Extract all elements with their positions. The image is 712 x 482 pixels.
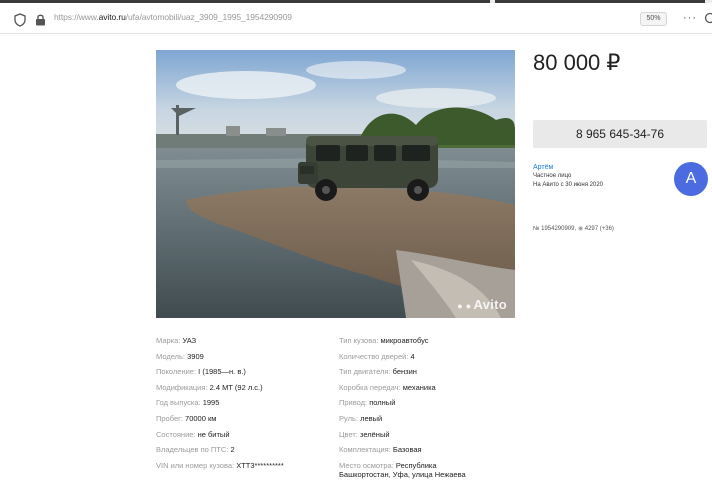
tab-indicator[interactable] <box>0 0 490 3</box>
show-phone-button[interactable]: 8 965 645-34-76 <box>533 120 707 148</box>
price: 80 000 ₽ <box>533 50 621 75</box>
param-row: Цвет: зелёный <box>339 429 390 439</box>
seller-name-link[interactable]: Артём <box>533 164 553 171</box>
param-row: Модификация: 2.4 MT (92 л.с.) <box>156 382 263 392</box>
seller-since: На Авито с 30 июня 2020 <box>533 182 603 188</box>
param-row: Руль: левый <box>339 413 383 423</box>
param-row: Модель: 3909 <box>156 351 204 361</box>
address-field[interactable]: https://www.avito.ru/ufa/avtomobili/uaz_… <box>54 12 292 22</box>
inspection-place: Место осмотра: Республика Башкортостан, У… <box>339 460 466 479</box>
eye-icon: ◉ <box>577 226 584 232</box>
browser-url-bar: https://www.avito.ru/ufa/avtomobili/uaz_… <box>0 0 712 34</box>
shield-icon[interactable] <box>14 13 26 27</box>
param-row: Состояние: не битый <box>156 429 230 439</box>
param-row: Тип двигателя: бензин <box>339 367 417 377</box>
param-row: Пробег: 70000 км <box>156 413 217 423</box>
watermark-dots-icon: ● ● <box>457 301 472 311</box>
param-row: Коробка передач: механика <box>339 382 436 392</box>
avatar[interactable]: A <box>674 162 708 196</box>
param-row: Владельцев по ПТС: 2 <box>156 445 235 455</box>
params-right-column: Тип кузова: микроавтобус Количество двер… <box>339 333 466 479</box>
param-row: Комплектация: Базовая <box>339 445 422 455</box>
param-row: Тип кузова: микроавтобус <box>339 336 429 345</box>
url-host: avito.ru <box>98 12 126 22</box>
param-row: Количество дверей: 4 <box>339 351 415 361</box>
more-actions-icon[interactable]: ··· <box>683 12 697 24</box>
item-meta: № 1954290909, ◉ 4297 (+36) <box>533 225 614 232</box>
lock-icon[interactable] <box>35 13 46 26</box>
item-number: № 1954290909, <box>533 226 577 232</box>
params-left-column: Марка: УАЗ Модель: 3909 Поколение: I (19… <box>156 333 284 473</box>
seller-type: Частное лицо <box>533 173 572 179</box>
param-row: Привод: полный <box>339 398 396 408</box>
avito-watermark: ● ● Avito <box>457 297 507 312</box>
extensions-icon[interactable] <box>704 12 712 25</box>
views-count: 4297 (+36) <box>584 226 614 232</box>
param-row: Поколение: I (1985—н. в.) <box>156 367 246 377</box>
zoom-level-badge[interactable]: 50% <box>640 12 667 26</box>
watermark-text: Avito <box>473 297 507 312</box>
listing-photo[interactable]: ● ● Avito <box>156 50 515 318</box>
tab-indicator[interactable] <box>495 0 705 3</box>
tab-strip <box>0 0 712 3</box>
photo-scene <box>156 50 515 318</box>
param-row: Год выпуска: 1995 <box>156 398 220 408</box>
param-row: VIN или номер кузова: XTT3********** <box>156 460 284 470</box>
param-row: Марка: УАЗ <box>156 336 197 345</box>
